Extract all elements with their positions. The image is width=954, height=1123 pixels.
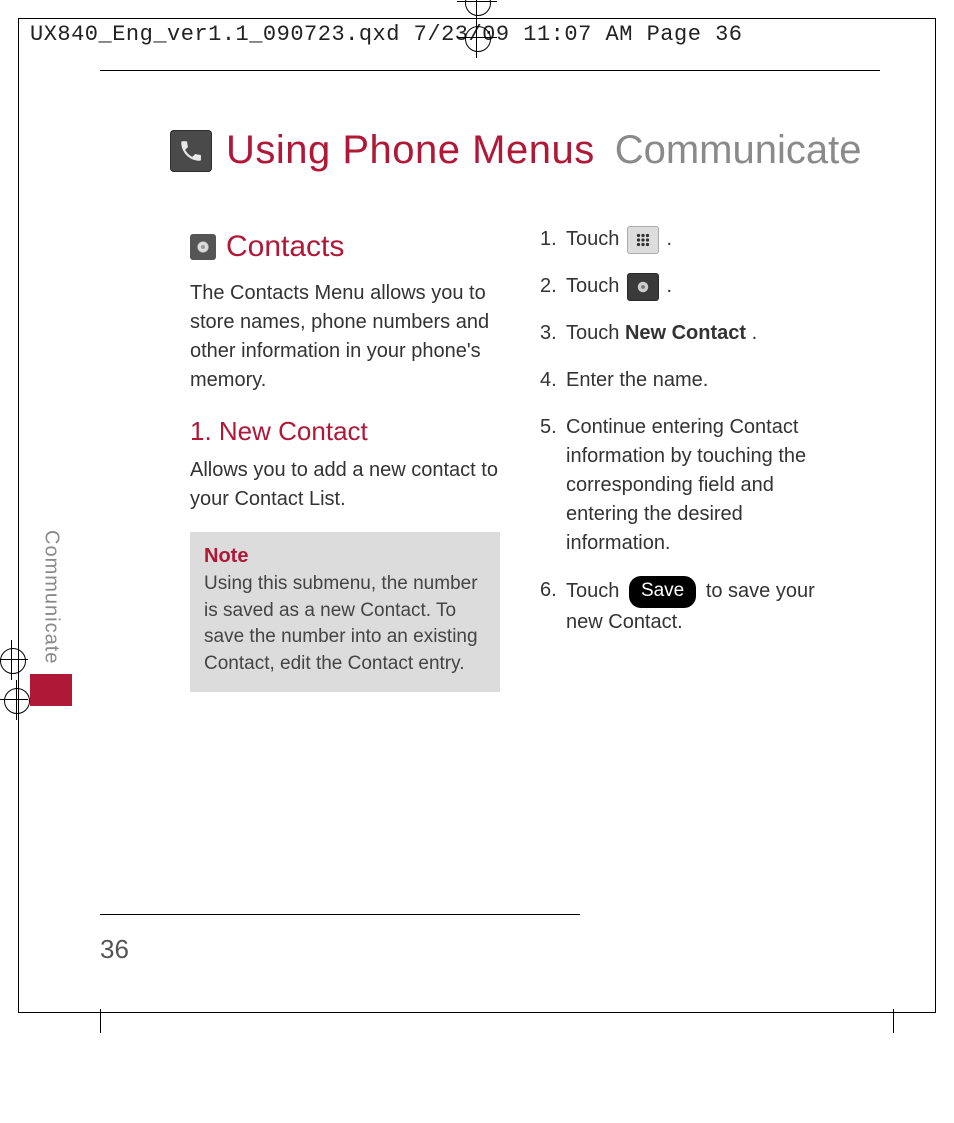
contacts-menu-icon [627,273,659,301]
subsection-title: 1. New Contact [190,413,500,451]
left-column: Contacts The Contacts Menu allows you to… [190,225,500,692]
step-text: Touch [566,580,625,602]
page-number: 36 [100,934,129,965]
prepress-header: UX840_Eng_ver1.1_090723.qxd 7/23/09 11:0… [30,22,743,47]
title-sub: Communicate [615,128,862,173]
step-5: Continue entering Contact information by… [540,413,850,558]
trim-mark-right [893,1009,894,1033]
step-text: Touch [566,275,625,297]
registration-mark-right [0,680,28,720]
contacts-icon [190,234,216,260]
note-label: Note [204,542,486,571]
section-title: Contacts [226,225,344,269]
step-6: Touch Save to save your new Contact. [540,576,850,637]
page-body: Using Phone Menus Communicate Communicat… [100,70,880,975]
title-main: Using Phone Menus [226,128,595,173]
step-text: Touch [566,228,625,250]
side-tab-bar [30,674,72,706]
step-4: Enter the name. [540,366,850,395]
registration-mark-left [0,640,28,680]
registration-mark-bottom [457,0,497,22]
step-2: Touch . [540,272,850,301]
step-bold: New Contact [625,322,746,344]
top-rule [100,70,880,71]
step-text: Continue entering Contact information by… [566,416,806,554]
side-tab-label: Communicate [40,530,63,664]
right-column: Touch . Touch . [540,225,850,692]
trim-mark-left [100,1009,101,1033]
apps-grid-icon [627,226,659,254]
phone-icon [170,130,212,172]
step-1: Touch . [540,225,850,254]
step-text-after: . [752,322,758,344]
note-box: Note Using this submenu, the number is s… [190,532,500,691]
page-title: Using Phone Menus Communicate [170,128,861,173]
save-button-graphic: Save [629,576,696,608]
steps-list: Touch . Touch . [540,225,850,637]
intro-text: The Contacts Menu allows you to store na… [190,279,500,395]
side-tab: Communicate [30,530,72,706]
step-3: Touch New Contact . [540,319,850,348]
subsection-body: Allows you to add a new contact to your … [190,456,500,514]
bottom-rule [100,914,580,915]
step-text: Enter the name. [566,369,708,391]
registration-mark-top [457,18,497,58]
step-text-after: . [667,275,673,297]
step-text: Touch [566,322,625,344]
note-body: Using this submenu, the number is saved … [204,571,486,677]
step-text-after: . [667,228,673,250]
